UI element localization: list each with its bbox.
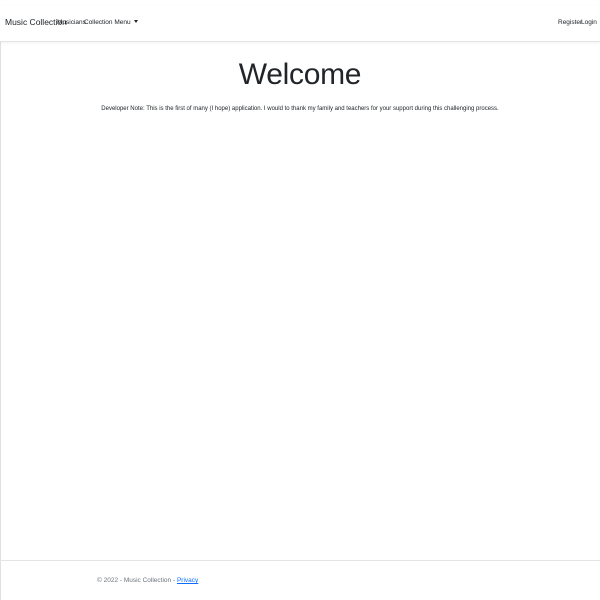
nav-link-login[interactable]: Login [581,19,597,26]
privacy-link[interactable]: Privacy [177,577,198,584]
nav-dropdown-collection-menu[interactable]: Collection Menu [84,19,138,26]
footer-text: © 2022 - Music Collection - Privacy [97,577,198,584]
nav-link-musicians[interactable]: Musicians [57,19,86,26]
nav-link-register[interactable]: Register [558,19,582,26]
nav-dropdown-label: Collection Menu [84,19,131,26]
footer-copyright: © 2022 - Music Collection - [97,577,176,584]
left-edge-divider [0,6,1,600]
navbar: Music Collection Musicians Collection Me… [0,6,600,42]
page: Music Collection Musicians Collection Me… [0,0,600,600]
page-title: Welcome [238,58,362,91]
footer: © 2022 - Music Collection - Privacy [0,560,600,600]
developer-note: Developer Note: This is the first of man… [101,106,499,112]
caret-down-icon [133,19,138,23]
